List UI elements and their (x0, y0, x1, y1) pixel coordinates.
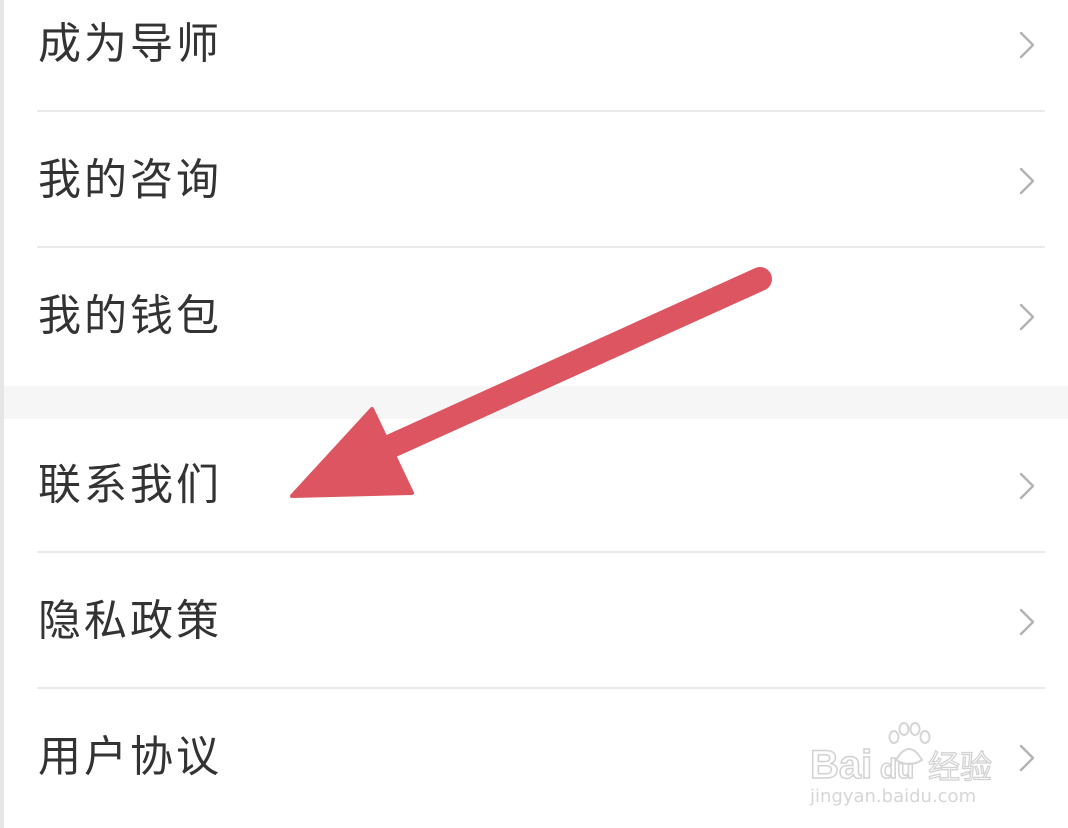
menu-item-label: 我的咨询 (38, 155, 222, 206)
menu-item-label: 用户协议 (38, 732, 222, 783)
row-divider (37, 246, 1045, 248)
chevron-right-icon (1019, 744, 1035, 772)
menu-item-user-agreement[interactable]: 用户协议 (4, 691, 1068, 825)
section-gap (4, 386, 1068, 419)
row-divider (37, 687, 1045, 689)
menu-item-label: 成为导师 (38, 19, 222, 70)
menu-item-label: 我的钱包 (38, 291, 222, 342)
chevron-right-icon (1019, 608, 1035, 636)
menu-item-my-wallet[interactable]: 我的钱包 (4, 250, 1068, 384)
row-divider (37, 110, 1045, 112)
menu-item-contact-us[interactable]: 联系我们 (4, 419, 1068, 553)
menu-item-my-consultations[interactable]: 我的咨询 (4, 114, 1068, 248)
menu-item-become-mentor[interactable]: 成为导师 (4, 0, 1068, 112)
menu-item-label: 联系我们 (38, 460, 222, 511)
chevron-right-icon (1019, 31, 1035, 59)
chevron-right-icon (1019, 472, 1035, 500)
settings-menu-screen: 成为导师 我的咨询 我的钱包 联系我们 隐私政策 用户协议 Bai du 经验 … (0, 0, 1068, 828)
chevron-right-icon (1019, 303, 1035, 331)
chevron-right-icon (1019, 167, 1035, 195)
row-divider (37, 551, 1045, 553)
menu-item-privacy-policy[interactable]: 隐私政策 (4, 555, 1068, 689)
menu-item-label: 隐私政策 (38, 596, 222, 647)
